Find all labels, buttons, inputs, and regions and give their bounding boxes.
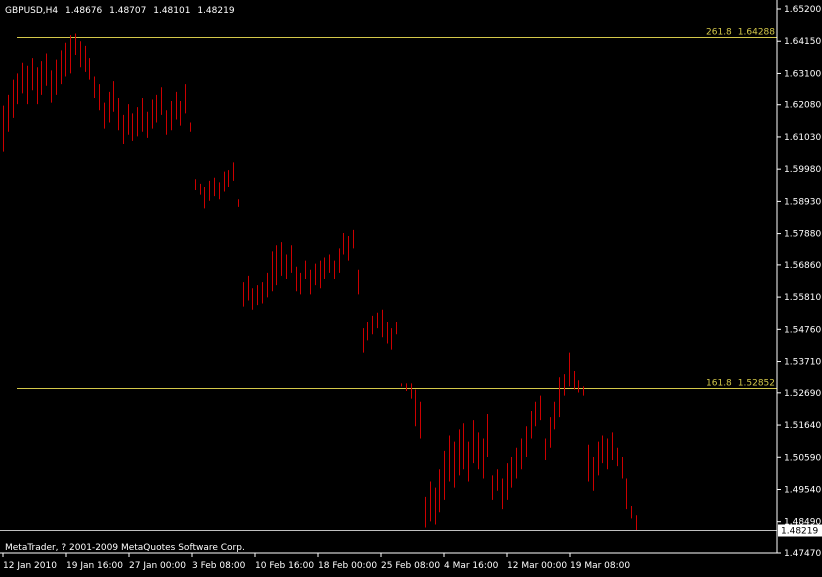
symbol-label: GBPUSD,H4 <box>5 6 58 16</box>
y-tick-label: 1.57880 <box>784 230 821 240</box>
ohlc-bars <box>3 33 637 531</box>
y-tick-label: 1.53710 <box>784 358 821 368</box>
x-tick-label: 12 Mar 00:00 <box>507 561 567 571</box>
y-tick-label: 1.65200 <box>784 5 821 15</box>
open-value: 1.48676 <box>65 6 102 16</box>
x-tick-label: 25 Feb 08:00 <box>381 561 440 571</box>
price-chart[interactable]: 261.8 1.64288 161.8 1.52852 1.65200 1.64150… <box>0 0 822 573</box>
y-tick-label: 1.62080 <box>784 101 821 111</box>
fibonacci-level-161-label: 161.8 1.52852 <box>706 379 775 389</box>
chart-header: GBPUSD,H4 1.48676 1.48707 1.48101 1.4821… <box>5 6 235 16</box>
y-tick-label: 1.47470 <box>784 549 821 559</box>
chart-canvas[interactable]: 261.8 1.64288 161.8 1.52852 1.65200 1.64150… <box>0 0 822 573</box>
close-value: 1.48219 <box>197 6 234 16</box>
y-tick-label: 1.49540 <box>784 485 821 495</box>
x-tick-label: 10 Feb 16:00 <box>255 561 314 571</box>
y-axis-ticks[interactable]: 1.65200 1.64150 1.63100 1.62080 1.61030 1.599… <box>777 5 821 559</box>
y-tick-label: 1.52690 <box>784 389 821 399</box>
y-tick-label: 1.58930 <box>784 197 821 207</box>
copyright-label: MetaTrader, ? 2001-2009 MetaQuotes Softw… <box>5 543 245 553</box>
y-tick-label: 1.54760 <box>784 325 821 335</box>
y-tick-label: 1.59980 <box>784 165 821 175</box>
x-tick-label: 3 Feb 08:00 <box>192 561 246 571</box>
x-tick-label: 18 Feb 00:00 <box>318 561 377 571</box>
x-tick-label: 19 Jan 16:00 <box>66 561 123 571</box>
y-tick-label: 1.63100 <box>784 69 821 79</box>
y-tick-label: 1.61030 <box>784 133 821 143</box>
fibonacci-level-261-label: 261.8 1.64288 <box>706 28 775 38</box>
y-tick-label: 1.56860 <box>784 261 821 271</box>
x-tick-label: 27 Jan 00:00 <box>129 561 186 571</box>
high-value: 1.48707 <box>109 6 146 16</box>
current-price-tag-text: 1.48219 <box>781 527 818 537</box>
x-tick-label: 19 Mar 08:00 <box>570 561 630 571</box>
y-tick-label: 1.64150 <box>784 37 821 47</box>
x-tick-label: 4 Mar 16:00 <box>444 561 499 571</box>
y-tick-label: 1.55810 <box>784 293 821 303</box>
low-value: 1.48101 <box>153 6 190 16</box>
y-tick-label: 1.51640 <box>784 421 821 431</box>
x-tick-label: 12 Jan 2010 <box>3 561 57 571</box>
current-price-tag: 1.48219 <box>778 524 822 537</box>
y-tick-label: 1.50590 <box>784 453 821 463</box>
x-axis-ticks[interactable]: 12 Jan 2010 19 Jan 16:00 27 Jan 00:00 3 Feb… <box>2 553 630 571</box>
fibonacci-layer: 261.8 1.64288 161.8 1.52852 <box>17 28 777 389</box>
